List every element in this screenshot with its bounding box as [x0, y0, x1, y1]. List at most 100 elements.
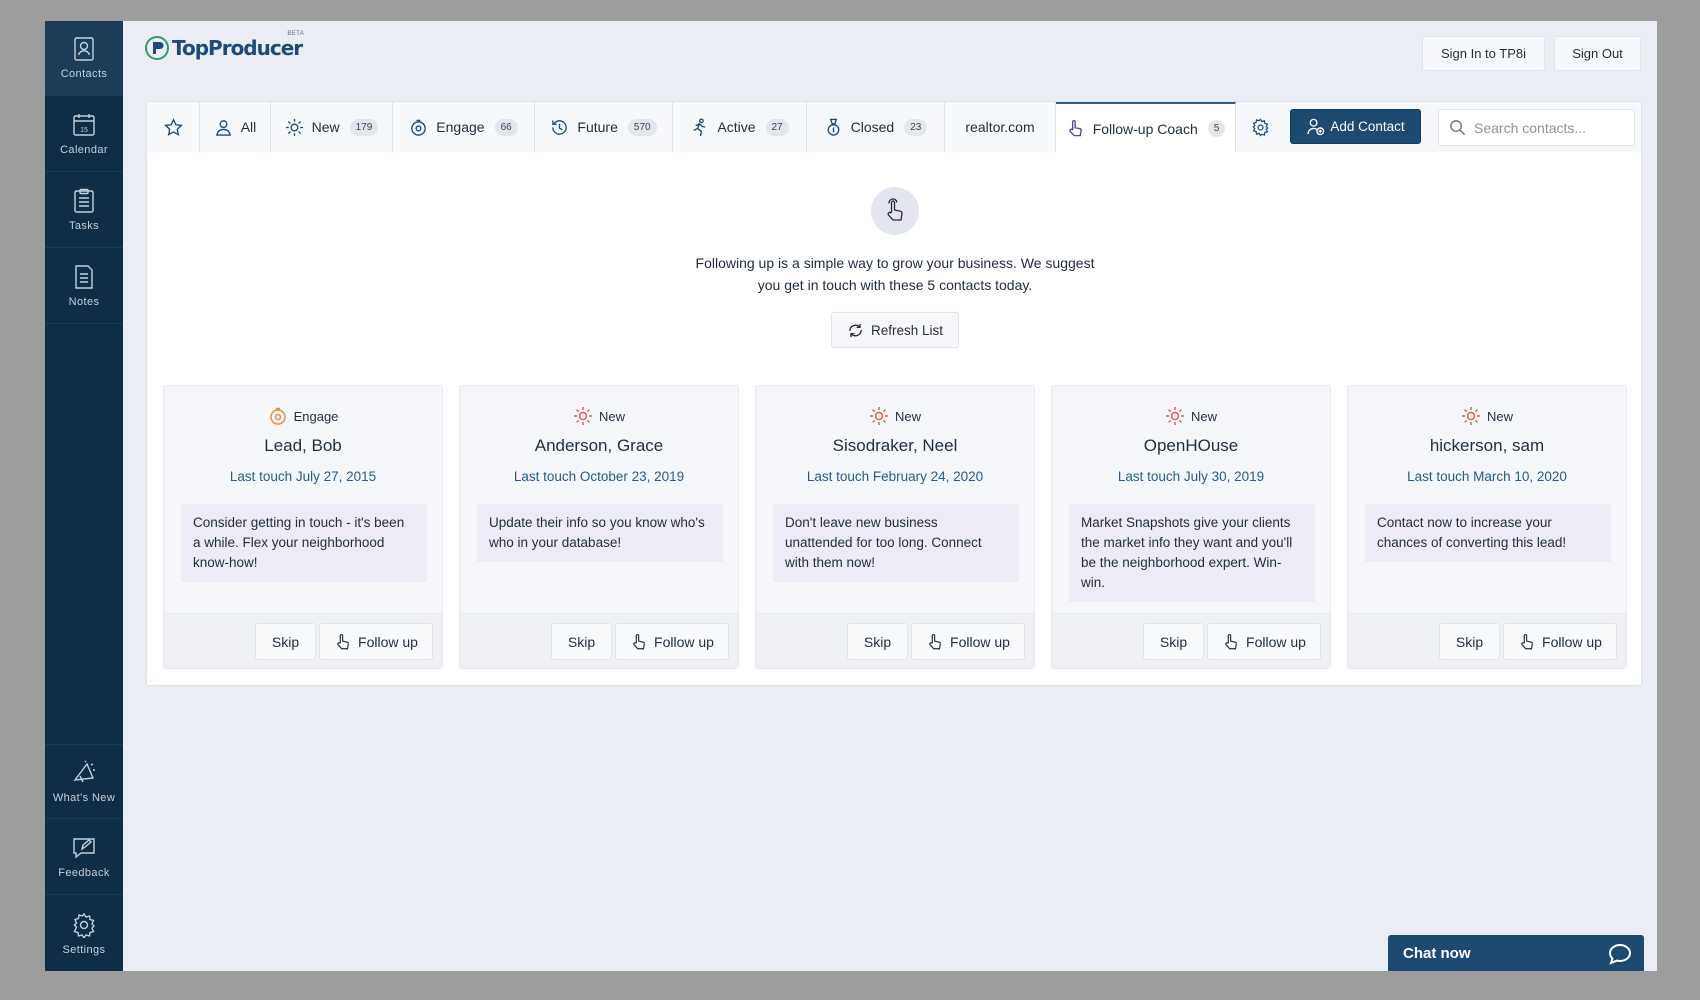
- top-producer-logo: TopProducer BETA: [145, 31, 304, 63]
- tab-follow-up-coach[interactable]: Follow-up Coach 5: [1056, 102, 1236, 153]
- feedback-icon: [73, 838, 95, 859]
- app-window: Contacts 15 Calendar Tasks Notes What's …: [45, 21, 1657, 971]
- sidebar-item-notes[interactable]: Notes: [45, 249, 123, 324]
- status-text: New: [894, 408, 921, 424]
- follow-up-label: Follow up: [654, 633, 714, 650]
- sidebar-item-label: Notes: [68, 296, 100, 308]
- pointer-hand-icon: [1069, 120, 1082, 137]
- sidebar: Contacts 15 Calendar Tasks Notes What's …: [45, 21, 123, 971]
- medal-icon: [827, 118, 840, 136]
- refresh-list-button[interactable]: Refresh List: [831, 312, 959, 348]
- last-touch-date: Last touch February 24, 2020: [806, 469, 984, 484]
- running-icon: [693, 117, 706, 136]
- tab-count-badge: 23: [904, 118, 928, 136]
- calendar-icon: 15: [73, 114, 95, 136]
- contact-card: New hickerson, sam Last touch March 10, …: [1347, 385, 1627, 669]
- follow-up-button[interactable]: Follow up: [615, 623, 729, 660]
- follow-up-label: Follow up: [1542, 633, 1602, 650]
- contact-name[interactable]: Anderson, Grace: [460, 436, 738, 456]
- status-text: New: [1486, 408, 1513, 424]
- tab-count-badge: 66: [494, 118, 518, 136]
- follow-up-label: Follow up: [1246, 633, 1306, 650]
- coach-suggestion: Update their info so you know who's who …: [477, 504, 723, 562]
- pointer-hand-icon: [929, 633, 941, 649]
- add-contact-label: Add Contact: [1330, 119, 1405, 134]
- tab-active[interactable]: Active 27: [673, 102, 807, 152]
- coach-badge: [871, 187, 919, 235]
- sidebar-item-whats-new[interactable]: What's New: [45, 744, 123, 819]
- tab-label: Follow-up Coach: [1092, 120, 1198, 137]
- tab-label: Engage: [436, 119, 485, 135]
- card-actions: Skip Follow up: [756, 613, 1034, 668]
- sidebar-item-feedback[interactable]: Feedback: [45, 820, 123, 895]
- add-contact-button[interactable]: Add Contact: [1290, 109, 1421, 144]
- contact-name[interactable]: OpenHOuse: [1052, 436, 1330, 456]
- contact-filter-tabs: All New 179 Engage 66 Future 570 Active …: [146, 101, 1642, 153]
- skip-button[interactable]: Skip: [551, 623, 612, 660]
- sign-in-tp8i-button[interactable]: Sign In to TP8i: [1422, 36, 1545, 71]
- pointer-hand-icon: [1225, 633, 1237, 649]
- megaphone-icon: [73, 760, 95, 782]
- contact-name[interactable]: Sisodraker, Neel: [756, 436, 1034, 456]
- sidebar-item-settings[interactable]: Settings: [45, 896, 123, 971]
- tab-engage[interactable]: Engage 66: [393, 102, 535, 152]
- status-label: New: [1348, 406, 1626, 426]
- coach-intro-text: Following up is a simple way to grow you…: [695, 255, 1095, 293]
- follow-up-button[interactable]: Follow up: [319, 623, 433, 660]
- skip-button[interactable]: Skip: [1439, 623, 1500, 660]
- sidebar-item-label: Settings: [62, 943, 106, 956]
- star-icon: [163, 117, 183, 136]
- sidebar-item-label: Tasks: [68, 220, 100, 232]
- contact-name[interactable]: Lead, Bob: [164, 436, 442, 456]
- sun-icon: [1461, 407, 1480, 425]
- tab-settings-button[interactable]: [1236, 102, 1284, 152]
- coach-suggestion: Contact now to increase your chances of …: [1365, 504, 1611, 562]
- tab-realtor-com[interactable]: realtor.com: [945, 102, 1056, 152]
- status-text: New: [1190, 408, 1217, 424]
- tab-future[interactable]: Future 570: [535, 102, 673, 152]
- skip-button[interactable]: Skip: [1143, 623, 1204, 660]
- skip-button[interactable]: Skip: [847, 623, 908, 660]
- skip-button[interactable]: Skip: [255, 623, 316, 660]
- sidebar-item-label: Feedback: [58, 867, 110, 879]
- sun-icon: [573, 407, 592, 425]
- follow-up-label: Follow up: [358, 633, 418, 650]
- tab-closed[interactable]: Closed 23: [807, 102, 945, 152]
- sign-out-button[interactable]: Sign Out: [1554, 36, 1641, 71]
- last-touch-date: Last touch October 23, 2019: [513, 469, 685, 484]
- logo-text: TopProducer: [172, 36, 303, 60]
- follow-up-button[interactable]: Follow up: [911, 623, 1025, 660]
- contact-card: Engage Lead, Bob Last touch July 27, 201…: [163, 385, 443, 669]
- status-text: New: [598, 408, 625, 424]
- sun-icon: [1165, 407, 1184, 425]
- history-icon: [552, 119, 568, 135]
- contact-name[interactable]: hickerson, sam: [1348, 436, 1626, 456]
- tab-count-badge: 5: [1207, 120, 1226, 137]
- sidebar-item-label: What's New: [52, 791, 116, 804]
- contact-card: New Sisodraker, Neel Last touch February…: [755, 385, 1035, 669]
- search-input[interactable]: [1474, 119, 1624, 136]
- chat-now-widget[interactable]: Chat now: [1388, 935, 1644, 971]
- coach-suggestion: Consider getting in touch - it's been a …: [181, 504, 427, 582]
- last-touch-date: Last touch July 30, 2019: [1117, 469, 1265, 484]
- sidebar-item-tasks[interactable]: Tasks: [45, 173, 123, 248]
- svg-text:15: 15: [80, 127, 88, 134]
- contacts-icon: [74, 37, 94, 61]
- sidebar-item-contacts[interactable]: Contacts: [45, 21, 123, 96]
- tab-label: Active: [717, 119, 756, 135]
- status-label: Engage: [164, 406, 442, 426]
- tab-favorites[interactable]: [147, 102, 200, 152]
- person-icon: [215, 119, 231, 136]
- tab-new[interactable]: New 179: [271, 102, 393, 152]
- sun-icon: [285, 118, 303, 136]
- follow-up-button[interactable]: Follow up: [1207, 623, 1321, 660]
- last-touch-date: Last touch March 10, 2020: [1407, 469, 1567, 484]
- card-actions: Skip Follow up: [1052, 613, 1330, 668]
- follow-up-button[interactable]: Follow up: [1503, 623, 1617, 660]
- sidebar-item-calendar[interactable]: 15 Calendar: [45, 97, 123, 172]
- tasks-icon: [74, 188, 94, 213]
- tab-label: Closed: [850, 119, 895, 135]
- tab-all[interactable]: All: [200, 102, 271, 152]
- notes-icon: [75, 265, 93, 289]
- engage-icon: [411, 119, 427, 136]
